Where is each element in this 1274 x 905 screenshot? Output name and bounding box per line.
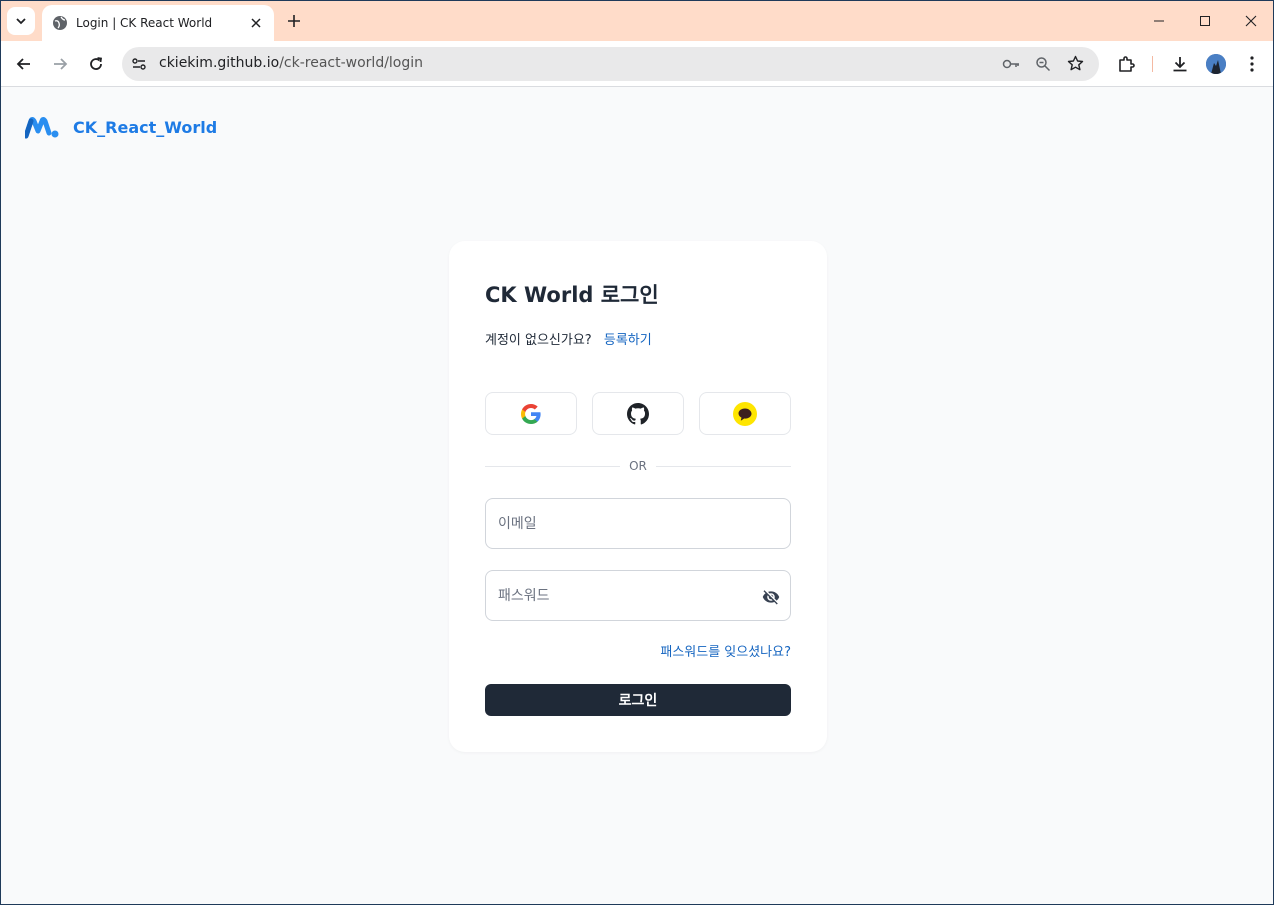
close-icon bbox=[251, 18, 261, 28]
reload-button[interactable] bbox=[84, 52, 108, 76]
brand-name: CK_React_World bbox=[73, 117, 218, 137]
forgot-password-link[interactable]: 패스워드를 잊으셨나요? bbox=[660, 641, 791, 660]
github-icon bbox=[627, 402, 649, 424]
browser-toolbar: ckiekim.github.io/ck-react-world/login bbox=[1, 41, 1273, 87]
tab-close-button[interactable] bbox=[248, 15, 264, 31]
mui-logo-icon bbox=[25, 117, 59, 139]
key-icon[interactable] bbox=[1002, 56, 1020, 72]
signup-link[interactable]: 등록하기 bbox=[604, 333, 652, 348]
close-icon bbox=[1245, 15, 1257, 27]
url-host: ckiekim.github.io bbox=[159, 55, 280, 71]
login-button[interactable]: 로그인 bbox=[485, 684, 791, 716]
download-icon bbox=[1173, 57, 1187, 72]
google-icon bbox=[521, 403, 541, 424]
globe-icon bbox=[53, 16, 67, 30]
kakao-login-button[interactable] bbox=[699, 392, 791, 435]
github-login-button[interactable] bbox=[592, 392, 684, 435]
login-card: CK World 로그인 계정이 없으신가요? 등록하기 OR 이메일 패스워드… bbox=[449, 241, 827, 752]
signup-prompt: 계정이 없으신가요? bbox=[485, 333, 592, 348]
plus-icon bbox=[288, 15, 300, 27]
more-vertical-icon bbox=[1250, 56, 1254, 72]
address-bar[interactable]: ckiekim.github.io/ck-react-world/login bbox=[122, 47, 1099, 81]
divider-text: OR bbox=[629, 459, 647, 473]
downloads-button[interactable] bbox=[1168, 52, 1192, 76]
eye-off-icon bbox=[762, 590, 780, 605]
brand-logo-link[interactable]: CK_React_World bbox=[25, 115, 217, 139]
reload-icon bbox=[90, 57, 103, 70]
star-icon[interactable] bbox=[1067, 55, 1084, 72]
password-input[interactable] bbox=[498, 571, 758, 620]
url-text[interactable]: ckiekim.github.io/ck-react-world/login bbox=[159, 55, 423, 71]
tab-title: Login | CK React World bbox=[76, 16, 213, 30]
arrow-left-icon bbox=[16, 58, 30, 70]
email-input[interactable] bbox=[498, 499, 758, 548]
tab-search-button[interactable] bbox=[7, 7, 35, 35]
close-window-button[interactable] bbox=[1239, 9, 1263, 33]
minimize-icon bbox=[1154, 20, 1164, 22]
or-divider: OR bbox=[485, 458, 791, 474]
site-settings-icon[interactable] bbox=[131, 56, 147, 72]
browser-menu-button[interactable] bbox=[1240, 52, 1264, 76]
signup-row: 계정이 없으신가요? 등록하기 bbox=[485, 329, 652, 348]
chevron-down-icon bbox=[16, 18, 26, 25]
minimize-button[interactable] bbox=[1147, 9, 1171, 33]
back-button[interactable] bbox=[12, 52, 36, 76]
profile-icon bbox=[1206, 54, 1226, 74]
toggle-password-visibility-button[interactable] bbox=[761, 587, 781, 607]
password-field[interactable] bbox=[485, 570, 791, 621]
forward-button[interactable] bbox=[48, 52, 72, 76]
toolbar-separator bbox=[1152, 56, 1153, 72]
page-title: CK World 로그인 bbox=[485, 283, 659, 307]
email-field[interactable] bbox=[485, 498, 791, 549]
profile-avatar[interactable] bbox=[1206, 54, 1226, 74]
browser-tab[interactable]: Login | CK React World bbox=[42, 5, 274, 41]
kakao-icon bbox=[733, 401, 757, 426]
url-path: /ck-react-world/login bbox=[279, 55, 424, 71]
maximize-icon bbox=[1200, 16, 1210, 26]
maximize-button[interactable] bbox=[1193, 9, 1217, 33]
browser-titlebar: Login | CK React World bbox=[1, 1, 1273, 41]
zoom-icon[interactable] bbox=[1035, 56, 1051, 72]
google-login-button[interactable] bbox=[485, 392, 577, 435]
new-tab-button[interactable] bbox=[283, 10, 305, 32]
arrow-right-icon bbox=[54, 58, 68, 70]
extensions-button[interactable] bbox=[1114, 52, 1138, 76]
puzzle-icon bbox=[1119, 56, 1135, 72]
